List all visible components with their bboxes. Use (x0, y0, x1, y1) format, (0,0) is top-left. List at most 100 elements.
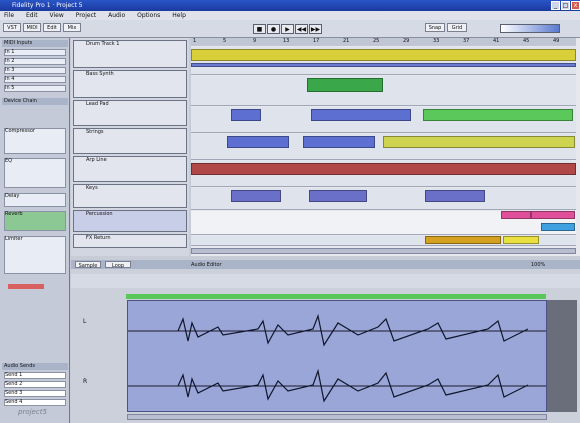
menu-project[interactable]: Project (76, 12, 97, 19)
clip[interactable] (191, 49, 576, 61)
timeline-ruler[interactable]: 1 5 9 13 17 21 25 29 33 37 41 45 49 (191, 38, 576, 46)
midi-input-1[interactable]: In 1 (4, 49, 66, 56)
arrangement-view: 1 5 9 13 17 21 25 29 33 37 41 45 49 (191, 38, 580, 256)
toolbar-grid-button[interactable]: Grid (447, 23, 467, 32)
waveform-graphic (128, 301, 546, 411)
play-button[interactable]: ▶ (281, 24, 294, 34)
track-header-7[interactable]: Percussion (73, 210, 187, 232)
toolbar-snap-button[interactable]: Snap (425, 23, 445, 32)
track-name: Drum Track 1 (86, 41, 120, 47)
track-name: Lead Pad (86, 101, 109, 107)
clip[interactable] (531, 211, 575, 219)
device-compressor[interactable]: Compressor (4, 128, 66, 154)
editor-header (71, 260, 580, 269)
track-header-2[interactable]: Bass Synth (73, 70, 187, 98)
track-name: FX Return (86, 235, 111, 241)
menu-file[interactable]: File (4, 12, 14, 19)
clip[interactable] (425, 236, 501, 244)
editor-title: Audio Editor (191, 262, 222, 268)
audio-editor: Sample Loop Audio Editor 100% L R (71, 260, 580, 423)
clip[interactable] (383, 136, 575, 148)
track-lane-3[interactable] (191, 107, 576, 133)
clip[interactable] (231, 190, 281, 202)
menu-view[interactable]: View (50, 12, 64, 19)
app-logo: project5 (18, 408, 47, 416)
midi-input-4[interactable]: In 4 (4, 76, 66, 83)
clip[interactable] (307, 78, 383, 92)
menu-bar: File Edit View Project Audio Options Hel… (0, 11, 580, 20)
clip[interactable] (231, 109, 261, 121)
audio-send-3[interactable]: Send 3 (4, 390, 66, 397)
clip[interactable] (501, 211, 531, 219)
track-header-8[interactable]: FX Return (73, 234, 187, 248)
midi-input-3[interactable]: In 3 (4, 67, 66, 74)
close-button[interactable]: x (571, 1, 580, 10)
menu-help[interactable]: Help (172, 12, 186, 19)
editor-scrollbar[interactable] (127, 414, 547, 420)
menu-options[interactable]: Options (137, 12, 160, 19)
tempo-slider[interactable] (500, 24, 560, 33)
clip[interactable] (191, 163, 576, 175)
clip[interactable] (227, 136, 289, 148)
midi-section-title: MIDI Inputs (2, 40, 68, 47)
track-name: Percussion (86, 211, 113, 217)
clip[interactable] (309, 190, 367, 202)
editor-toolbar (71, 274, 580, 288)
track-header-1[interactable]: Drum Track 1 (73, 40, 187, 68)
device-section-title: Device Chain (2, 98, 68, 105)
device-eq[interactable]: EQ (4, 158, 66, 188)
audio-send-2[interactable]: Send 2 (4, 381, 66, 388)
track-header-3[interactable]: Lead Pad (73, 100, 187, 126)
clip[interactable] (303, 136, 375, 148)
track-lane-2[interactable] (191, 76, 576, 106)
record-button[interactable]: ● (267, 24, 280, 34)
channel-label-left: L (83, 318, 87, 325)
window-titlebar: Fidelity Pro 1 · Project 5 (0, 0, 580, 11)
clip[interactable] (191, 63, 576, 67)
track-lane-7[interactable] (191, 211, 576, 235)
waveform-display[interactable] (127, 300, 547, 412)
arrangement-scrollbar[interactable] (191, 248, 576, 254)
toolbar-edit-button[interactable]: Edit (43, 23, 61, 32)
toolbar-midi-button[interactable]: MIDI (23, 23, 41, 32)
stop-button[interactable]: ■ (253, 24, 266, 34)
channel-label-right: R (83, 378, 88, 385)
track-lane-8[interactable] (191, 236, 576, 246)
track-lane-4[interactable] (191, 134, 576, 160)
fast-forward-button[interactable]: ▶▶ (309, 24, 322, 34)
audio-send-1[interactable]: Send 1 (4, 372, 66, 379)
track-lane-5[interactable] (191, 161, 576, 187)
midi-input-5[interactable]: In 5 (4, 85, 66, 92)
track-header-4[interactable]: Strings (73, 128, 187, 154)
maximize-button[interactable]: □ (561, 1, 570, 10)
clip[interactable] (503, 236, 539, 244)
editor-tab-loop[interactable]: Loop (105, 261, 131, 269)
toolbar-mix-button[interactable]: Mix (63, 23, 81, 32)
toolbar-vst-button[interactable]: VST (3, 23, 21, 32)
device-limiter[interactable]: Limiter (4, 236, 66, 274)
menu-audio[interactable]: Audio (108, 12, 125, 19)
audio-section-title: Audio Sends (2, 363, 68, 370)
clip[interactable] (423, 109, 573, 121)
device-meter (8, 284, 44, 289)
clip[interactable] (311, 109, 411, 121)
track-header-6[interactable]: Keys (73, 184, 187, 208)
track-lane-6[interactable] (191, 188, 576, 210)
track-name: Bass Synth (86, 71, 114, 77)
left-panel: MIDI Inputs In 1 In 2 In 3 In 4 In 5 Dev… (0, 38, 70, 423)
clip[interactable] (425, 190, 485, 202)
minimize-button[interactable]: _ (551, 1, 560, 10)
window-title: Fidelity Pro 1 · Project 5 (12, 2, 83, 9)
track-name: Arp Line (86, 157, 107, 163)
loop-range-bar[interactable] (126, 294, 546, 299)
track-header-5[interactable]: Arp Line (73, 156, 187, 182)
midi-input-2[interactable]: In 2 (4, 58, 66, 65)
editor-tab-sample[interactable]: Sample (75, 261, 101, 269)
clip[interactable] (541, 223, 575, 231)
device-delay[interactable]: Delay (4, 193, 66, 207)
track-lane-1[interactable] (191, 47, 576, 75)
menu-edit[interactable]: Edit (26, 12, 38, 19)
device-reverb[interactable]: Reverb (4, 211, 66, 231)
audio-send-4[interactable]: Send 4 (4, 399, 66, 406)
rewind-button[interactable]: ◀◀ (295, 24, 308, 34)
